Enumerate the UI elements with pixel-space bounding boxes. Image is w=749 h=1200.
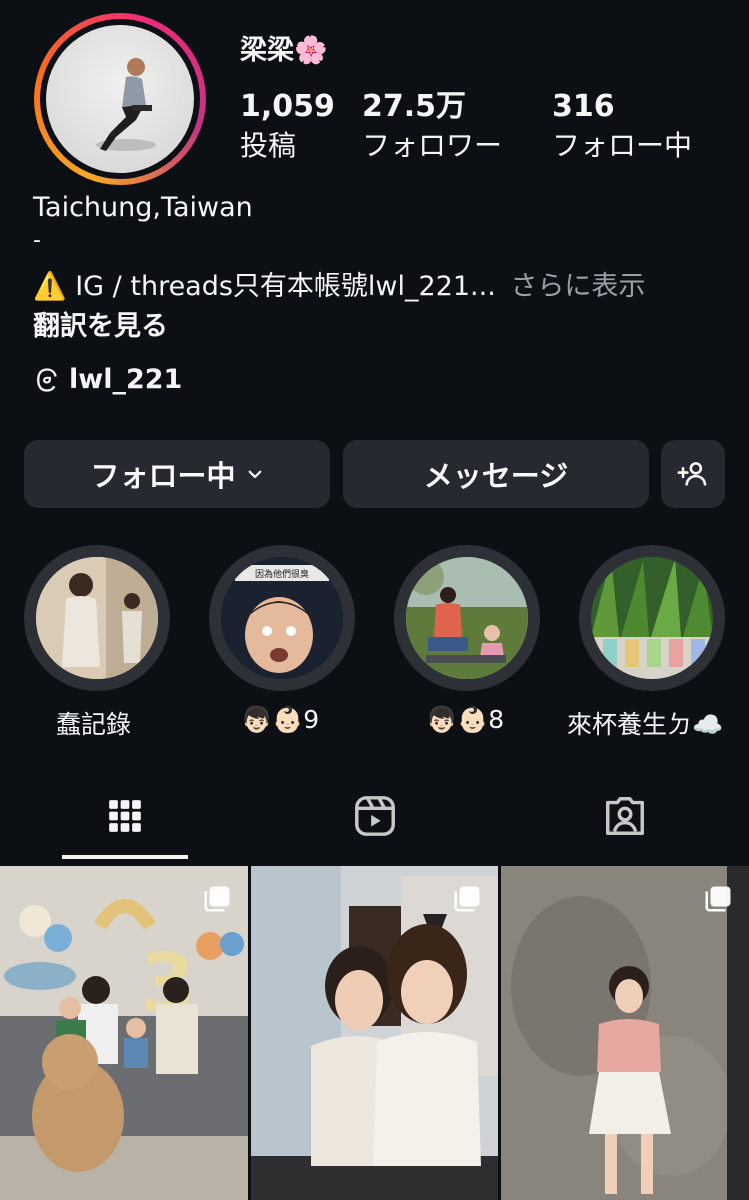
highlight-image-figure <box>591 557 713 679</box>
highlight-image-figure <box>36 557 158 679</box>
highlight-overlay-text: 因為他們很臭 <box>255 568 309 580</box>
bio-description: IG / threads只有本帳號lwl_221... <box>75 271 496 302</box>
highlight-4[interactable]: 來杯養生ㄉ☁️ <box>567 545 725 739</box>
post-image <box>501 866 749 1200</box>
stat-followers-count: 27.5万 <box>362 89 467 124</box>
highlight-2[interactable]: 因為他們很臭 👦🏻👶🏻9 <box>209 545 355 734</box>
highlight-ring: 因為他們很臭 <box>209 545 355 691</box>
cherry-blossom-emoji: 🌸 <box>294 35 328 66</box>
avatar-person-figure <box>96 58 156 151</box>
highlight-label: 👦🏻👶🏻8 <box>426 705 505 734</box>
tab-tagged[interactable] <box>500 786 749 846</box>
highlight-cover-plants <box>591 557 713 679</box>
message-button-label: メッセージ <box>423 459 569 493</box>
active-tab-indicator <box>62 855 188 859</box>
stat-posts[interactable]: 1,059 投稿 <box>240 88 335 166</box>
bio-dash: - <box>33 228 41 253</box>
tab-posts[interactable] <box>0 786 250 846</box>
stat-following[interactable]: 316 フォロー中 <box>552 88 692 166</box>
person-add-icon <box>677 462 707 486</box>
stat-posts-label: 投稿 <box>240 129 297 162</box>
multiple-photos-icon <box>705 886 731 912</box>
highlight-label: 👦🏻👶🏻9 <box>241 705 320 734</box>
highlight-cover-park <box>406 557 528 679</box>
highlight-image-figure <box>406 557 528 679</box>
following-button-label: フォロー中 <box>90 459 236 493</box>
highlight-ring <box>579 545 725 691</box>
highlight-cover-mirror-selfie <box>36 557 158 679</box>
post-image: 3 <box>0 866 248 1200</box>
posts-grid-icon <box>109 800 141 832</box>
highlight-ring <box>24 545 170 691</box>
threads-icon <box>37 367 57 392</box>
stat-following-label: フォロー中 <box>552 129 693 162</box>
message-button[interactable]: メッセージ <box>343 440 649 508</box>
highlight-label: 來杯養生ㄉ☁️ <box>567 710 724 739</box>
bio-location: Taichung,Taiwan <box>33 192 253 223</box>
highlight-label: 蠢記錄 <box>56 710 132 739</box>
username-text: 梁梁 <box>240 35 294 66</box>
chevron-down-icon <box>248 470 261 479</box>
add-user-button[interactable] <box>661 440 725 508</box>
stat-posts-count: 1,059 <box>240 89 335 124</box>
stat-following-count: 316 <box>552 89 615 124</box>
profile-username: 梁梁🌸 <box>240 28 328 67</box>
tagged-icon <box>606 797 644 835</box>
threads-link[interactable]: lwl_221 <box>33 364 182 395</box>
threads-handle: lwl_221 <box>69 364 183 395</box>
following-button[interactable]: フォロー中 <box>24 440 330 508</box>
post-image <box>251 866 498 1200</box>
highlight-cover-boy-face: 因為他們很臭 <box>221 557 343 679</box>
post-woman-concrete-wall[interactable] <box>501 866 749 1200</box>
warning-emoji: ⚠️ <box>33 271 67 302</box>
avatar <box>46 25 194 173</box>
tab-reels[interactable] <box>250 786 500 846</box>
see-more-link[interactable]: さらに表示 <box>510 271 645 302</box>
multiple-photos-icon <box>454 886 480 912</box>
bio-text: ⚠️ IG / threads只有本帳號lwl_221... さらに表示 <box>33 264 645 303</box>
highlight-1[interactable]: 蠢記錄 <box>24 545 170 739</box>
highlight-3[interactable]: 👦🏻👶🏻8 <box>394 545 540 734</box>
profile-avatar-story-ring[interactable] <box>34 13 206 185</box>
stat-followers[interactable]: 27.5万 フォロワー <box>362 88 502 166</box>
highlight-ring <box>394 545 540 691</box>
reels-icon <box>355 796 395 836</box>
post-birthday-family[interactable]: 3 <box>0 866 248 1200</box>
stat-followers-label: フォロワー <box>362 129 503 162</box>
multiple-photos-icon <box>204 886 230 912</box>
highlight-image-figure: 因為他們很臭 <box>221 557 343 679</box>
post-two-women[interactable] <box>251 866 498 1200</box>
translate-link[interactable]: 翻訳を見る <box>33 304 168 343</box>
